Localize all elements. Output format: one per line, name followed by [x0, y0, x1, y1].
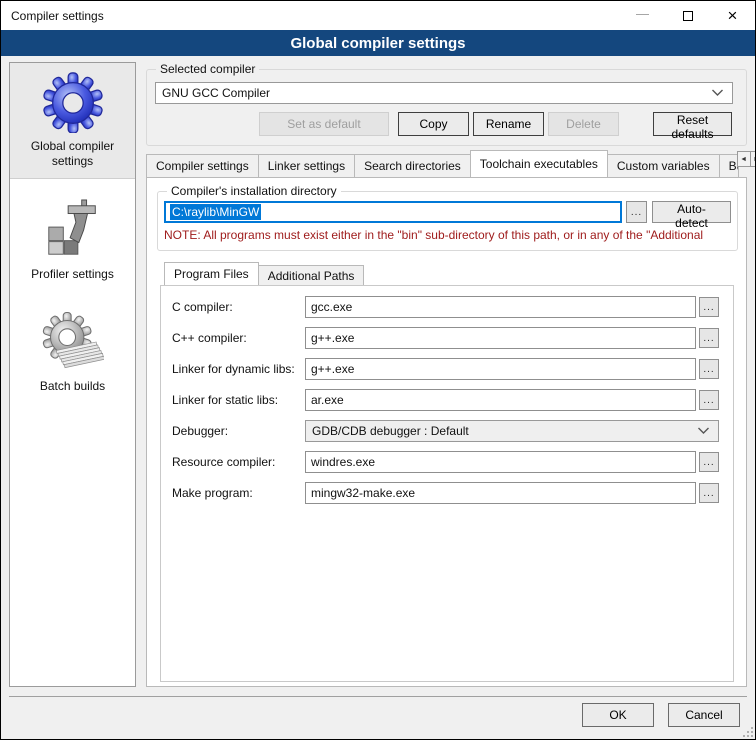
tab-toolchain-executables[interactable]: Toolchain executables — [470, 150, 608, 177]
resource-compiler-label: Resource compiler: — [172, 455, 305, 469]
field-row: Make program: mingw32-make.exe ... — [172, 482, 719, 504]
dynamic-linker-browse-button[interactable]: ... — [699, 359, 719, 379]
compiler-select[interactable]: GNU GCC Compiler — [155, 82, 733, 104]
settings-tabstrip: Compiler settings Linker settings Search… — [146, 150, 747, 177]
toolchain-executables-panel: Compiler's installation directory C:\ray… — [146, 177, 747, 687]
main-panel: Selected compiler GNU GCC Compiler Set a… — [146, 62, 747, 696]
gray-gear-papers-icon — [42, 311, 104, 373]
close-button[interactable]: × — [710, 1, 755, 30]
set-as-default-button[interactable]: Set as default — [259, 112, 389, 136]
tab-search-directories[interactable]: Search directories — [354, 154, 471, 177]
debugger-value: GDB/CDB debugger : Default — [312, 424, 469, 438]
make-program-input[interactable]: mingw32-make.exe — [305, 482, 696, 504]
make-program-value: mingw32-make.exe — [311, 486, 415, 500]
cpp-compiler-value: g++.exe — [311, 331, 354, 345]
minimize-button[interactable]: — — [620, 1, 665, 30]
tab-scroll-right-icon[interactable]: ► — [750, 151, 755, 167]
sidebar-item-global-compiler-settings[interactable]: Global compiler settings — [10, 63, 135, 179]
tab-additional-paths[interactable]: Additional Paths — [258, 265, 365, 285]
resize-grip[interactable] — [743, 727, 753, 737]
selected-compiler-legend: Selected compiler — [156, 62, 259, 76]
installation-directory-group: Compiler's installation directory C:\ray… — [157, 191, 738, 251]
static-linker-browse-button[interactable]: ... — [699, 390, 719, 410]
maximize-icon — [683, 11, 693, 21]
c-compiler-browse-button[interactable]: ... — [699, 297, 719, 317]
tab-scroll-left-icon[interactable]: ◄ — [737, 151, 751, 167]
dialog-header-title: Global compiler settings — [290, 35, 465, 52]
installation-directory-legend: Compiler's installation directory — [167, 184, 341, 198]
cancel-button[interactable]: Cancel — [668, 703, 740, 727]
installation-directory-row: C:\raylib\MinGW ... Auto-detect — [164, 201, 731, 223]
close-icon: × — [728, 7, 738, 24]
rename-button[interactable]: Rename — [473, 112, 544, 136]
c-compiler-value: gcc.exe — [311, 300, 352, 314]
resource-compiler-browse-button[interactable]: ... — [699, 452, 719, 472]
browse-directory-button[interactable]: ... — [626, 201, 647, 223]
static-linker-value: ar.exe — [311, 393, 344, 407]
dynamic-linker-input[interactable]: g++.exe — [305, 358, 696, 380]
make-program-browse-button[interactable]: ... — [699, 483, 719, 503]
resource-compiler-input[interactable]: windres.exe — [305, 451, 696, 473]
installation-directory-value: C:\raylib\MinGW — [170, 204, 261, 220]
compiler-settings-window: Compiler settings — × Global compiler se… — [0, 0, 756, 740]
dialog-footer: OK Cancel — [9, 696, 747, 739]
titlebar: Compiler settings — × — [1, 1, 755, 30]
chevron-down-icon — [697, 427, 710, 435]
installation-directory-input[interactable]: C:\raylib\MinGW — [164, 201, 622, 223]
tab-scroll-arrows: ◄ ► — [738, 151, 755, 167]
copy-button[interactable]: Copy — [398, 112, 469, 136]
compiler-select-value: GNU GCC Compiler — [162, 86, 270, 100]
dialog-body: Global compiler settings Profiler set — [1, 56, 755, 696]
reset-defaults-button[interactable]: Reset defaults — [653, 112, 732, 136]
auto-detect-button[interactable]: Auto-detect — [652, 201, 731, 223]
delete-button[interactable]: Delete — [548, 112, 619, 136]
debugger-label: Debugger: — [172, 424, 305, 438]
debugger-select[interactable]: GDB/CDB debugger : Default — [305, 420, 719, 442]
sidebar-item-label: Global compiler settings — [13, 139, 132, 169]
dialog-header: Global compiler settings — [1, 30, 755, 56]
tab-program-files[interactable]: Program Files — [164, 262, 259, 285]
field-row: C compiler: gcc.exe ... — [172, 296, 719, 318]
minimize-icon: — — [636, 6, 649, 21]
tab-build-options[interactable]: Build — [719, 154, 739, 177]
compiler-buttons-row: Set as default Copy Rename Delete Reset … — [155, 112, 733, 136]
maximize-button[interactable] — [665, 1, 710, 30]
dynamic-linker-value: g++.exe — [311, 362, 354, 376]
selected-compiler-group: Selected compiler GNU GCC Compiler Set a… — [146, 69, 747, 146]
static-linker-input[interactable]: ar.exe — [305, 389, 696, 411]
tab-compiler-settings[interactable]: Compiler settings — [146, 154, 259, 177]
blue-gear-icon — [42, 71, 104, 133]
window-controls: — × — [620, 1, 755, 30]
tab-linker-settings[interactable]: Linker settings — [258, 154, 355, 177]
window-title: Compiler settings — [1, 9, 104, 23]
sidebar-item-label: Profiler settings — [31, 267, 114, 282]
field-row: Debugger: GDB/CDB debugger : Default — [172, 420, 719, 442]
note-text: NOTE: All programs must exist either in … — [164, 228, 731, 242]
sidebar-item-profiler-settings[interactable]: Profiler settings — [10, 191, 135, 291]
category-list: Global compiler settings Profiler set — [9, 62, 136, 687]
field-row: Linker for static libs: ar.exe ... — [172, 389, 719, 411]
ok-button[interactable]: OK — [582, 703, 654, 727]
tab-custom-variables[interactable]: Custom variables — [607, 154, 720, 177]
cpp-compiler-browse-button[interactable]: ... — [699, 328, 719, 348]
make-program-label: Make program: — [172, 486, 305, 500]
resource-compiler-value: windres.exe — [311, 455, 375, 469]
chevron-down-icon — [711, 89, 724, 97]
sidebar-item-batch-builds[interactable]: Batch builds — [10, 303, 135, 403]
field-row: C++ compiler: g++.exe ... — [172, 327, 719, 349]
dynamic-linker-label: Linker for dynamic libs: — [172, 362, 305, 376]
field-row: Resource compiler: windres.exe ... — [172, 451, 719, 473]
programs-tabstrip: Program Files Additional Paths — [164, 262, 734, 285]
cpp-compiler-input[interactable]: g++.exe — [305, 327, 696, 349]
field-row: Linker for dynamic libs: g++.exe ... — [172, 358, 719, 380]
sidebar-item-label: Batch builds — [40, 379, 105, 394]
static-linker-label: Linker for static libs: — [172, 393, 305, 407]
caliper-icon — [42, 199, 104, 261]
c-compiler-input[interactable]: gcc.exe — [305, 296, 696, 318]
c-compiler-label: C compiler: — [172, 300, 305, 314]
cpp-compiler-label: C++ compiler: — [172, 331, 305, 345]
program-files-page: C compiler: gcc.exe ... C++ compiler: g+… — [160, 285, 734, 682]
